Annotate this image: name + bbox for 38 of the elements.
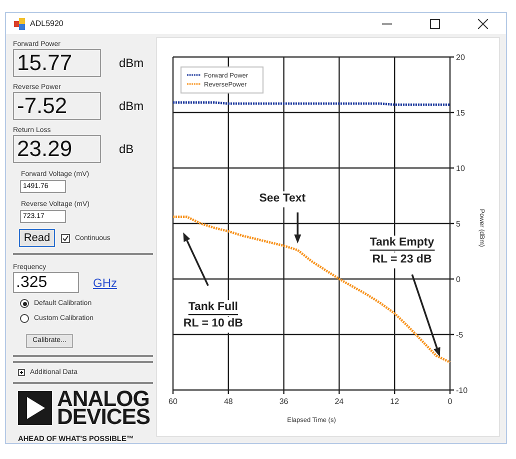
read-button[interactable]: Read [19,229,55,247]
frequency-field[interactable]: .325 [13,272,79,293]
annotation-text: See Text [259,192,306,204]
tick-label: 36 [279,397,288,406]
annotation-text: RL = 23 dB [372,253,432,266]
logo-text: ANALOG [57,390,150,408]
tick-label: 12 [390,397,400,406]
tick-label: 15 [456,108,466,118]
unit-label: dBm [119,99,144,113]
tick-label: 0 [448,397,452,406]
tick-label: 5 [456,220,461,228]
play-triangle-logo-icon [18,390,52,424]
unit-link[interactable]: GHz [93,276,117,290]
expand-icon[interactable] [18,368,25,376]
tick-label: 0 [456,275,461,284]
reading-field: 23.29 [13,135,101,163]
annotation-text: Tank Full [188,301,238,314]
maximize-icon[interactable] [430,18,440,28]
close-icon[interactable] [478,18,488,28]
checkbox[interactable] [61,234,70,242]
tick-label: 20 [456,53,466,62]
app-icon [14,18,26,30]
tick-label: -10 [456,386,468,395]
logo-text: DEVICES [57,408,150,426]
radio-button[interactable] [20,314,29,323]
tick-label: -5 [456,330,464,340]
unit-label: dBm [119,56,144,70]
annotation-text: Tank Empty [370,236,434,249]
reading-field: 15.77 [13,49,101,77]
tick-label: 48 [224,397,233,406]
tick-label: 60 [168,397,178,406]
unit-label: dB [119,142,134,156]
radio-button[interactable] [20,299,29,308]
tick-label: 10 [456,164,466,173]
window-title: ADL5920 [30,19,64,28]
tick-label: 24 [334,397,344,406]
annotation-text: RL = 10 dB [184,318,244,330]
reading-field: -7.52 [13,92,101,120]
